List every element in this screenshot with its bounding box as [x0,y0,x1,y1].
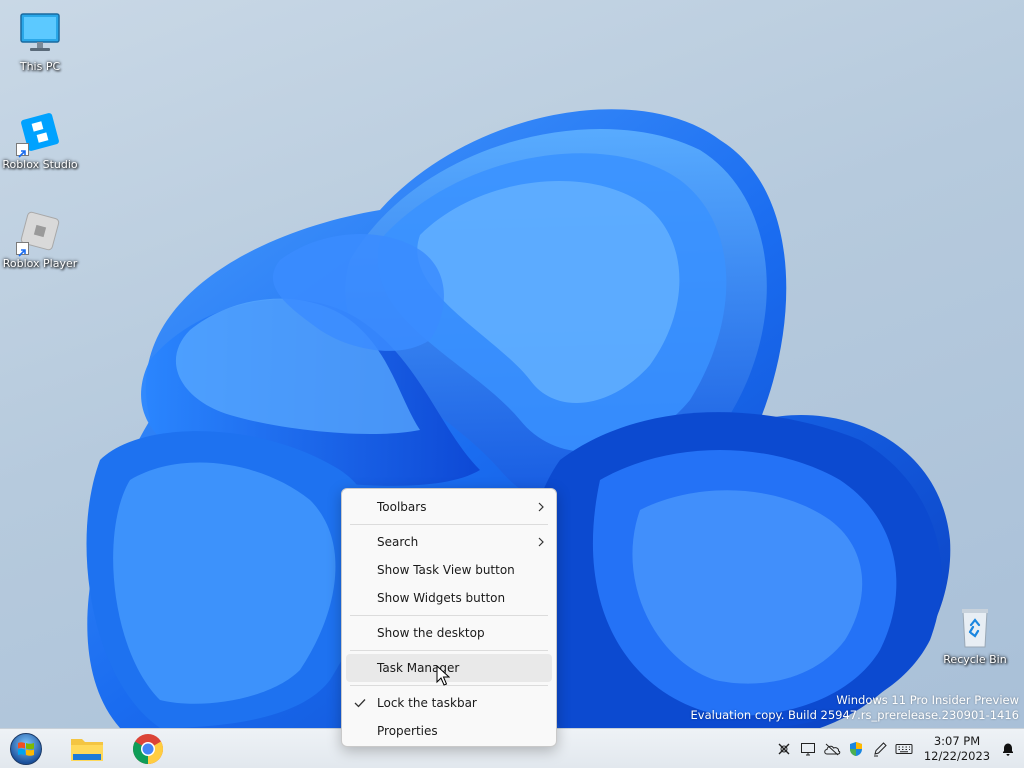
clock-date: 12/22/2023 [923,749,991,763]
taskbar-context-menu: Toolbars Search Show Task View button Sh… [341,488,557,747]
roblox-studio-icon [16,108,64,158]
file-explorer-button[interactable] [67,731,107,767]
file-explorer-icon [71,739,103,761]
chrome-button[interactable] [128,731,168,767]
menu-separator [350,650,548,651]
menu-item-show-task-view[interactable]: Show Task View button [346,556,552,584]
desktop-icon-label: Roblox Studio [2,158,78,171]
evaluation-watermark: Windows 11 Pro Insider Preview Evaluatio… [691,693,1019,723]
roblox-player-icon [16,207,64,257]
start-orb-icon [10,733,42,765]
desktop-icon-label: Recycle Bin [943,653,1007,666]
display-icon[interactable] [798,739,818,759]
menu-item-label: Show Widgets button [377,591,506,605]
recycle-bin-icon [951,603,999,651]
menu-item-label: Search [377,535,419,549]
mouse-pointer-icon [436,665,450,686]
watermark-line-1: Windows 11 Pro Insider Preview [836,693,1019,707]
desktop-icon-label: This PC [19,60,61,73]
menu-separator [350,524,548,525]
desktop-icon-roblox-studio[interactable]: Roblox Studio [0,108,80,171]
bell-icon[interactable] [998,739,1018,759]
watermark-line-2: Evaluation copy. Build 25947.rs_prerelea… [690,708,1019,722]
menu-item-properties[interactable]: Properties [346,717,552,745]
keyboard-icon[interactable] [894,739,914,759]
chevron-right-icon [538,502,544,512]
shortcut-arrow-icon [16,242,29,257]
desktop-icon-roblox-player[interactable]: Roblox Player [0,207,80,270]
checkmark-icon [354,699,366,708]
menu-item-show-desktop[interactable]: Show the desktop [346,619,552,647]
desktop-icon-this-pc[interactable]: This PC [0,10,80,73]
start-button[interactable] [6,731,46,767]
this-pc-icon [16,10,64,58]
defender-icon[interactable] [846,739,866,759]
pen-icon[interactable] [870,739,890,759]
menu-item-label: Toolbars [377,500,427,514]
menu-item-show-widgets[interactable]: Show Widgets button [346,584,552,612]
desktop-icon-label: Roblox Player [2,257,78,270]
chrome-icon [132,734,164,764]
chevron-right-icon [538,537,544,547]
menu-item-label: Show Task View button [377,563,515,577]
menu-item-label: Show the desktop [377,626,485,640]
menu-item-lock-taskbar[interactable]: Lock the taskbar [346,689,552,717]
menu-item-toolbars[interactable]: Toolbars [346,493,552,521]
shortcut-arrow-icon [16,143,29,158]
onedrive-icon[interactable] [822,739,842,759]
menu-item-search[interactable]: Search [346,528,552,556]
menu-separator [350,615,548,616]
taskbar-clock[interactable]: 3:07 PM 12/22/2023 [922,734,992,764]
network-off-icon[interactable] [774,739,794,759]
menu-item-label: Properties [377,724,438,738]
clock-time: 3:07 PM [933,734,981,748]
desktop-icon-recycle-bin[interactable]: Recycle Bin [935,603,1015,666]
system-tray: 3:07 PM 12/22/2023 [772,729,1024,769]
menu-item-label: Lock the taskbar [377,696,477,710]
